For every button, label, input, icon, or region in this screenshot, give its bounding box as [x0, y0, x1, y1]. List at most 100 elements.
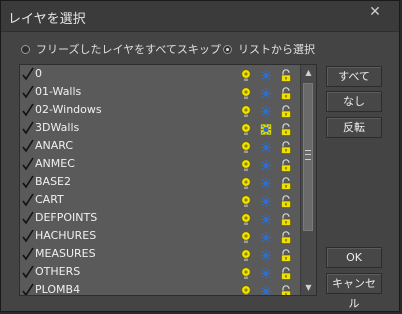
- layer-row[interactable]: 0: [20, 65, 302, 83]
- layer-row[interactable]: ANMEC: [20, 155, 302, 173]
- sun-icon: [260, 175, 272, 190]
- layer-row[interactable]: MEASURES: [20, 245, 302, 263]
- layer-name: MEASURES: [35, 247, 96, 260]
- lock-icon: [280, 211, 292, 226]
- layer-name: ANMEC: [35, 157, 75, 170]
- checkmark-icon[interactable]: [22, 120, 34, 135]
- layer-row[interactable]: OTHERS: [20, 263, 302, 281]
- lock-icon: [280, 265, 292, 280]
- lock-icon: [280, 247, 292, 262]
- vertical-scrollbar[interactable]: ▲ ▼: [300, 65, 316, 295]
- lock-icon: [280, 103, 292, 118]
- sun-icon: [260, 103, 272, 118]
- layer-name: 3DWalls: [35, 121, 80, 134]
- radio-from-list[interactable]: リストから選択: [223, 41, 315, 57]
- sun-icon: [260, 139, 272, 154]
- lightbulb-icon: [240, 211, 252, 225]
- sun-icon: [260, 283, 272, 295]
- close-button[interactable]: ✕: [357, 2, 393, 22]
- checkmark-icon[interactable]: [22, 138, 34, 153]
- layer-name: 0: [35, 67, 42, 80]
- layer-list[interactable]: 0 01-Walls 02-Windows 3DWalls ANARC ANMEC BASE…: [19, 64, 317, 296]
- layer-name: 01-Walls: [35, 85, 82, 98]
- radio-skip-frozen-dot[interactable]: [21, 44, 30, 54]
- layer-name: 02-Windows: [35, 103, 102, 116]
- checkmark-icon[interactable]: [22, 264, 34, 279]
- layer-row[interactable]: 3DWalls: [20, 119, 302, 137]
- checkmark-icon[interactable]: [22, 228, 34, 243]
- lightbulb-icon: [240, 103, 252, 117]
- checkmark-icon[interactable]: [22, 174, 34, 189]
- lightbulb-icon: [240, 139, 252, 153]
- ok-button[interactable]: OK: [326, 247, 382, 268]
- checkmark-icon[interactable]: [22, 246, 34, 261]
- layer-row[interactable]: PLOMB4: [20, 281, 302, 296]
- radio-from-list-label: リストから選択: [238, 43, 315, 56]
- lock-icon: [280, 175, 292, 190]
- radio-skip-frozen[interactable]: フリーズしたレイヤをすべてスキップ: [21, 41, 221, 57]
- select-all-button[interactable]: すべて: [326, 66, 382, 87]
- scroll-grip-icon: [305, 150, 311, 160]
- radio-skip-frozen-label: フリーズしたレイヤをすべてスキップ: [36, 43, 221, 56]
- layer-row[interactable]: BASE2: [20, 173, 302, 191]
- lock-icon: [280, 283, 292, 295]
- lightbulb-icon: [240, 121, 252, 135]
- lightbulb-icon: [240, 229, 252, 243]
- layer-rows: 0 01-Walls 02-Windows 3DWalls ANARC ANMEC BASE…: [20, 65, 302, 296]
- layer-row[interactable]: CART: [20, 191, 302, 209]
- title-bar: レイヤを選択 ✕: [1, 1, 399, 32]
- lightbulb-icon: [240, 67, 252, 81]
- layer-name: ANARC: [35, 139, 74, 152]
- checkmark-icon[interactable]: [22, 66, 34, 81]
- sun-icon: [260, 85, 272, 100]
- lightbulb-icon: [240, 247, 252, 261]
- invert-button[interactable]: 反転: [326, 117, 382, 138]
- sun-icon: [260, 193, 272, 208]
- lock-icon: [280, 85, 292, 100]
- scroll-up-icon[interactable]: ▲: [301, 65, 316, 80]
- sun-icon: [260, 247, 272, 262]
- layer-name: OTHERS: [35, 265, 81, 278]
- sun-icon: [260, 157, 272, 172]
- sun-highlighted-icon: [260, 121, 272, 136]
- sun-icon: [260, 265, 272, 280]
- lock-icon: [280, 157, 292, 172]
- layer-row[interactable]: HACHURES: [20, 227, 302, 245]
- scroll-down-icon[interactable]: ▼: [301, 280, 316, 295]
- lock-icon: [280, 193, 292, 208]
- cancel-button[interactable]: キャンセル: [326, 273, 382, 310]
- layer-row[interactable]: 02-Windows: [20, 101, 302, 119]
- radio-from-list-dot[interactable]: [223, 44, 232, 54]
- lightbulb-icon: [240, 265, 252, 279]
- checkmark-icon[interactable]: [22, 84, 34, 99]
- checkmark-icon[interactable]: [22, 210, 34, 225]
- scroll-thumb[interactable]: [303, 83, 313, 231]
- lock-icon: [280, 67, 292, 82]
- lightbulb-icon: [240, 157, 252, 171]
- layer-name: DEFPOINTS: [35, 211, 98, 224]
- layer-row[interactable]: ANARC: [20, 137, 302, 155]
- checkmark-icon[interactable]: [22, 282, 34, 295]
- layer-name: BASE2: [35, 175, 72, 188]
- sun-icon: [260, 67, 272, 82]
- layer-name: CART: [35, 193, 64, 206]
- lightbulb-icon: [240, 193, 252, 207]
- lock-icon: [280, 139, 292, 154]
- lock-icon: [280, 229, 292, 244]
- layer-row[interactable]: DEFPOINTS: [20, 209, 302, 227]
- sun-icon: [260, 211, 272, 226]
- layer-row[interactable]: 01-Walls: [20, 83, 302, 101]
- lightbulb-icon: [240, 283, 252, 295]
- sun-icon: [260, 229, 272, 244]
- lightbulb-icon: [240, 85, 252, 99]
- checkmark-icon[interactable]: [22, 192, 34, 207]
- lock-icon: [280, 121, 292, 136]
- dialog-title: レイヤを選択: [8, 12, 86, 27]
- select-none-button[interactable]: なし: [326, 91, 382, 112]
- checkmark-icon[interactable]: [22, 156, 34, 171]
- layer-name: PLOMB4: [35, 283, 81, 296]
- select-layers-dialog: レイヤを選択 ✕ フリーズしたレイヤをすべてスキップ リストから選択 0 01-W…: [0, 0, 400, 312]
- lightbulb-icon: [240, 175, 252, 189]
- layer-name: HACHURES: [35, 229, 97, 242]
- checkmark-icon[interactable]: [22, 102, 34, 117]
